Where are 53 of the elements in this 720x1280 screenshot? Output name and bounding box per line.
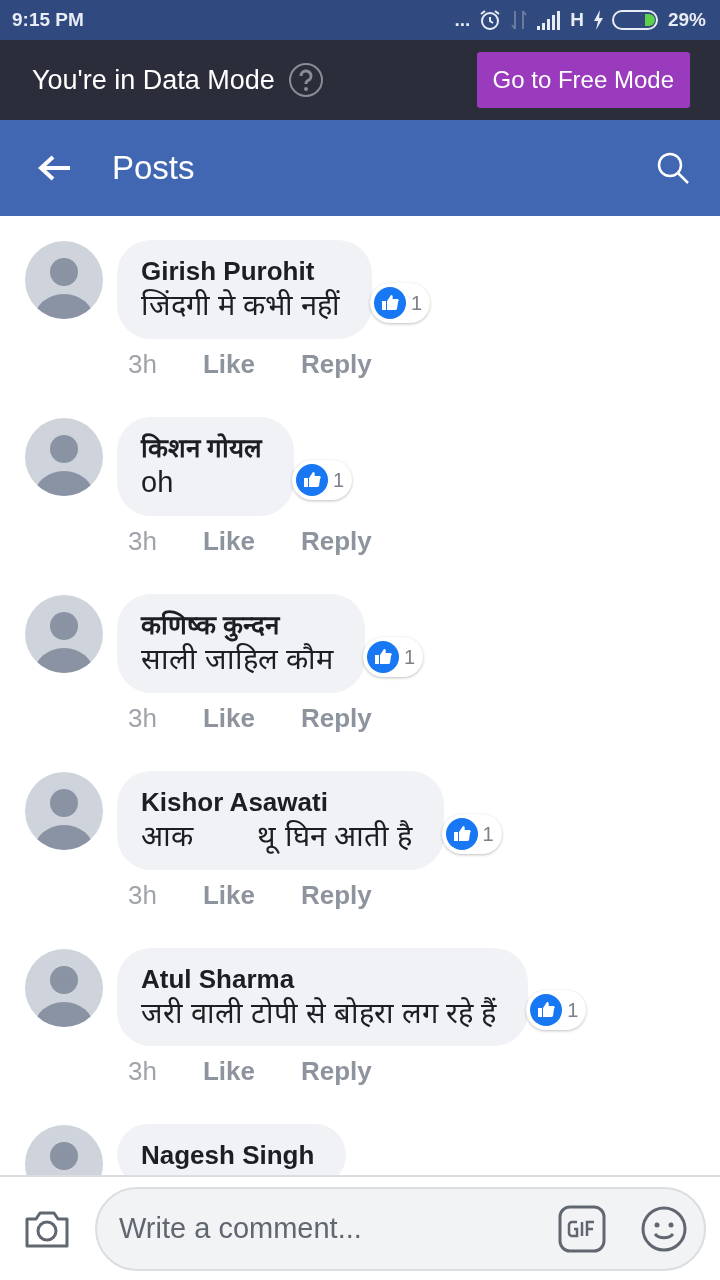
reply-link[interactable]: Reply bbox=[300, 521, 372, 561]
battery-percent: 29% bbox=[667, 7, 706, 32]
like-icon bbox=[295, 462, 330, 497]
comment-field[interactable]: Write a comment... bbox=[95, 1186, 706, 1271]
reaction-count[interactable]: 1 bbox=[526, 990, 587, 1031]
help-icon[interactable] bbox=[287, 62, 324, 98]
comment-text: आक थू घिन आती है bbox=[141, 818, 412, 856]
back-icon[interactable] bbox=[38, 154, 72, 182]
like-link[interactable]: Like bbox=[202, 1052, 255, 1092]
page-title: Posts bbox=[112, 148, 195, 189]
comment-time: 3h bbox=[128, 347, 157, 381]
like-link[interactable]: Like bbox=[202, 344, 255, 384]
network-type: H bbox=[570, 7, 584, 32]
reply-link[interactable]: Reply bbox=[300, 344, 372, 384]
like-icon bbox=[444, 816, 479, 851]
search-icon[interactable] bbox=[656, 151, 690, 185]
reply-link[interactable]: Reply bbox=[300, 1052, 372, 1092]
data-mode-message: You're in Data Mode bbox=[32, 63, 275, 97]
reply-link[interactable]: Reply bbox=[300, 698, 372, 738]
reaction-count[interactable]: 1 bbox=[363, 636, 424, 677]
like-icon bbox=[366, 639, 400, 674]
comment-author[interactable]: Nagesh Singh bbox=[141, 1140, 315, 1172]
more-dots: ... bbox=[454, 7, 471, 32]
comment-author[interactable]: Girish Purohit bbox=[141, 256, 341, 288]
like-icon bbox=[373, 285, 408, 320]
charging-icon bbox=[591, 9, 604, 31]
comment-text: oh bbox=[141, 465, 175, 501]
comment-text: जरी वाली टोपी से बोहरा लग रहे हैं bbox=[141, 995, 497, 1031]
reply-link[interactable]: Reply bbox=[300, 875, 372, 915]
data-arrows-icon bbox=[510, 9, 529, 31]
free-mode-button[interactable]: Go to Free Mode bbox=[476, 52, 690, 108]
gif-icon[interactable] bbox=[558, 1204, 606, 1253]
battery-icon bbox=[611, 9, 660, 31]
like-icon bbox=[529, 993, 564, 1028]
comment-author[interactable]: Atul Sharma bbox=[141, 963, 497, 995]
like-link[interactable]: Like bbox=[202, 875, 255, 915]
comment-time: 3h bbox=[128, 1055, 157, 1089]
comment-time: 3h bbox=[128, 524, 157, 558]
signal-icon bbox=[536, 10, 563, 30]
like-link[interactable]: Like bbox=[202, 698, 255, 738]
like-link[interactable]: Like bbox=[202, 521, 255, 561]
comment-author[interactable]: किशन गोयल bbox=[141, 432, 263, 465]
reaction-count[interactable]: 1 bbox=[370, 282, 431, 323]
reaction-count[interactable]: 1 bbox=[292, 459, 353, 500]
comment-author[interactable]: Kishor Asawati bbox=[141, 786, 412, 818]
reaction-count[interactable]: 1 bbox=[441, 813, 502, 854]
comment-text: जिंदगी मे कभी नहीं bbox=[141, 288, 341, 324]
comment-time: 3h bbox=[128, 701, 157, 735]
comment-time: 3h bbox=[128, 878, 157, 912]
comment-author[interactable]: कणिष्क कुन्दन bbox=[141, 609, 334, 641]
status-time: 9:15 PM bbox=[12, 7, 84, 32]
comment-text: साली जाहिल कौम bbox=[141, 641, 334, 677]
emoji-icon[interactable] bbox=[640, 1204, 688, 1253]
